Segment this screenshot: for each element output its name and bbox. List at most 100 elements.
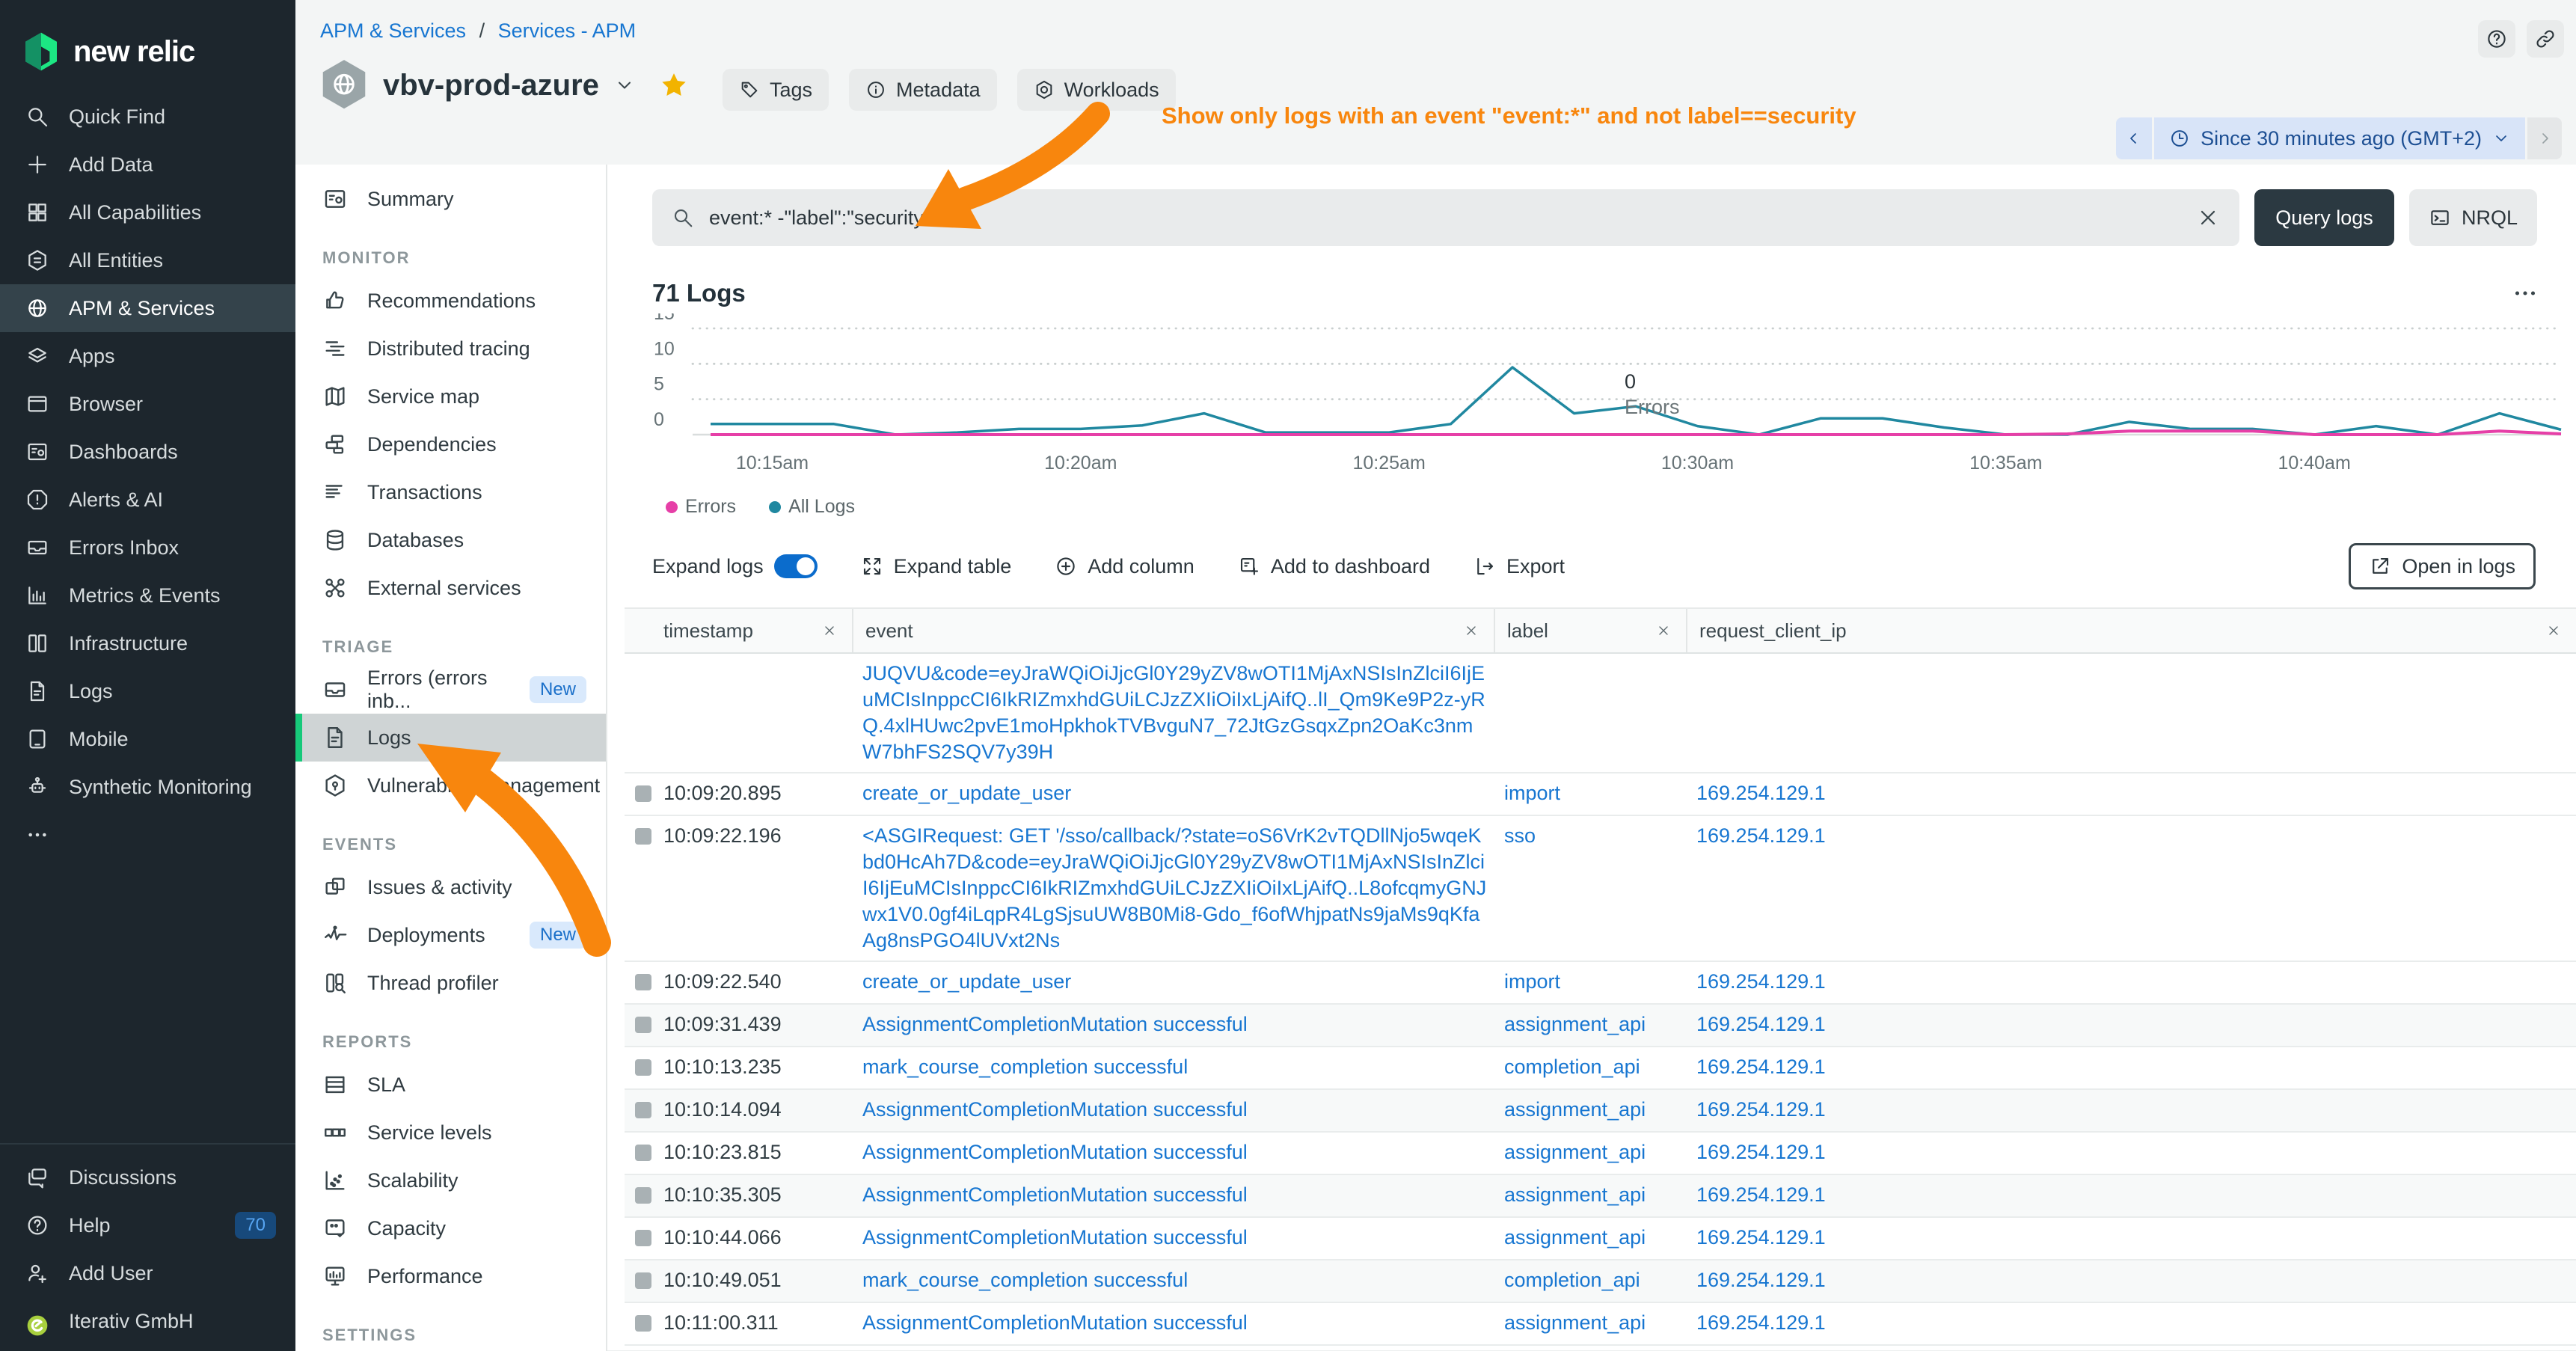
sidebar-item-mobile[interactable]: Mobile [0,715,295,763]
log-label-link[interactable]: assignment_api [1504,1311,1646,1334]
log-label-link[interactable]: import [1504,782,1560,804]
log-ip-link[interactable]: 169.254.129.1 [1696,970,1826,993]
subnav-item-distributed-tracing[interactable]: Distributed tracing [295,325,606,373]
sidebar-item-dashboards[interactable]: Dashboards [0,428,295,476]
sidebar-item-apps[interactable]: Apps [0,332,295,380]
sidebar-item-quick-find[interactable]: Quick Find [0,93,295,141]
breadcrumb-apm-services[interactable]: APM & Services [320,19,466,42]
entity-chevron-down-icon[interactable] [614,75,635,96]
panel-menu-dots-icon[interactable] [2512,280,2539,307]
copy-link-button[interactable] [2527,20,2564,58]
row-checkbox[interactable] [635,1059,651,1076]
log-ip-link[interactable]: 169.254.129.1 [1696,1098,1826,1121]
log-event-link[interactable]: <ASGIRequest: GET '/sso/callback/?state=… [862,823,1488,954]
log-ip-link[interactable]: 169.254.129.1 [1696,1056,1826,1078]
nrql-button[interactable]: NRQL [2409,189,2537,246]
log-label-link[interactable]: assignment_api [1504,1183,1646,1206]
time-picker-back-button[interactable] [2116,117,2152,159]
subnav-item-scalability[interactable]: Scalability [295,1157,606,1204]
add-column-button[interactable]: Add column [1055,555,1195,578]
log-event-link[interactable]: AssignmentCompletionMutation successful [862,1139,1488,1165]
log-label-link[interactable]: completion_api [1504,1056,1640,1078]
log-event-link[interactable]: AssignmentCompletionMutation successful [862,1011,1488,1038]
open-in-logs-button[interactable]: Open in logs [2349,543,2536,589]
row-checkbox[interactable] [635,828,651,845]
log-event-link[interactable]: create_or_update_user [862,780,1488,806]
sidebar-item-iterativ-gmbh[interactable]: Iterativ GmbH [0,1297,295,1345]
log-ip-link[interactable]: 169.254.129.1 [1696,1141,1826,1163]
sidebar-item-alerts-ai[interactable]: Alerts & AI [0,476,295,524]
subnav-item-summary[interactable]: Summary [295,175,606,223]
legend-item-all-logs[interactable]: All Logs [769,496,855,518]
subnav-item-service-levels[interactable]: Service levels [295,1109,606,1157]
remove-ip-column-icon[interactable] [2545,622,2563,640]
log-event-link[interactable]: mark_course_completion successful [862,1267,1488,1293]
sidebar-item-apm-services[interactable]: APM & Services [0,284,295,332]
subnav-item-errors-errors-inb[interactable]: Errors (errors inb...New [295,666,606,714]
subnav-item-transactions[interactable]: Transactions [295,468,606,516]
log-label-link[interactable]: sso [1504,824,1536,847]
log-label-link[interactable]: import [1504,970,1560,993]
row-checkbox[interactable] [635,1272,651,1289]
log-label-link[interactable]: completion_api [1504,1269,1640,1291]
subnav-item-vulnerability-management[interactable]: Vulnerability Management [295,762,606,809]
time-picker-dropdown[interactable]: Since 30 minutes ago (GMT+2) [2154,117,2525,159]
log-ip-link[interactable]: 169.254.129.1 [1696,1226,1826,1249]
workloads-button[interactable]: Workloads [1017,69,1176,111]
sidebar-item-browser[interactable]: Browser [0,380,295,428]
remove-timestamp-column-icon[interactable] [821,622,838,640]
sidebar-item-add-user[interactable]: Add User [0,1249,295,1297]
sidebar-item-errors-inbox[interactable]: Errors Inbox [0,524,295,572]
expand-table-button[interactable]: Expand table [861,555,1012,578]
row-checkbox[interactable] [635,974,651,990]
log-event-link[interactable]: JUQVU&code=eyJraWQiOiJjcGl0Y29yZV8wOTI1M… [862,661,1488,765]
log-event-link[interactable]: create_or_update_user [862,969,1488,995]
help-button[interactable] [2478,20,2515,58]
metadata-button[interactable]: Metadata [849,69,997,111]
add-to-dashboard-button[interactable]: Add to dashboard [1238,555,1430,578]
log-ip-link[interactable]: 169.254.129.1 [1696,1183,1826,1206]
log-query-input[interactable] [708,206,2183,230]
log-label-link[interactable]: assignment_api [1504,1013,1646,1035]
export-button[interactable]: Export [1473,555,1565,578]
log-ip-link[interactable]: 169.254.129.1 [1696,1013,1826,1035]
log-label-link[interactable]: assignment_api [1504,1098,1646,1121]
sidebar-item-synthetic-monitoring[interactable]: Synthetic Monitoring [0,763,295,811]
log-ip-link[interactable]: 169.254.129.1 [1696,824,1826,847]
sidebar-item-logs[interactable]: Logs [0,667,295,715]
subnav-item-databases[interactable]: Databases [295,516,606,564]
row-checkbox[interactable] [635,1187,651,1204]
subnav-item-recommendations[interactable]: Recommendations [295,277,606,325]
sidebar-item-help[interactable]: Help70 [0,1201,295,1249]
clear-query-button[interactable] [2196,206,2220,230]
sidebar-item-infrastructure[interactable]: Infrastructure [0,619,295,667]
row-checkbox[interactable] [635,1230,651,1246]
subnav-item-thread-profiler[interactable]: Thread profiler [295,959,606,1007]
log-event-link[interactable]: AssignmentCompletionMutation successful [862,1225,1488,1251]
row-checkbox[interactable] [635,1102,651,1118]
log-event-link[interactable]: AssignmentCompletionMutation successful [862,1182,1488,1208]
subnav-item-deployments[interactable]: DeploymentsNew [295,911,606,959]
log-label-link[interactable]: assignment_api [1504,1141,1646,1163]
log-ip-link[interactable]: 169.254.129.1 [1696,782,1826,804]
tags-button[interactable]: Tags [723,69,829,111]
subnav-item-issues-activity[interactable]: Issues & activity [295,863,606,911]
log-event-link[interactable]: AssignmentCompletionMutation successful [862,1310,1488,1336]
remove-event-column-icon[interactable] [1462,622,1480,640]
sidebar-item-all-entities[interactable]: All Entities [0,236,295,284]
time-picker-forward-button[interactable] [2527,117,2562,159]
subnav-item-sla[interactable]: SLA [295,1061,606,1109]
subnav-item-logs[interactable]: Logs [295,714,606,762]
log-ip-link[interactable]: 169.254.129.1 [1696,1311,1826,1334]
subnav-item-capacity[interactable]: Capacity [295,1204,606,1252]
row-checkbox[interactable] [635,1145,651,1161]
sidebar-item-more[interactable] [0,811,295,859]
favorite-star-icon[interactable] [659,70,689,100]
remove-label-column-icon[interactable] [1655,622,1672,640]
log-event-link[interactable]: AssignmentCompletionMutation successful [862,1097,1488,1123]
row-checkbox[interactable] [635,785,651,802]
sidebar-item-all-capabilities[interactable]: All Capabilities [0,189,295,236]
row-checkbox[interactable] [635,1017,651,1033]
log-label-link[interactable]: assignment_api [1504,1226,1646,1249]
sidebar-item-discussions[interactable]: Discussions [0,1154,295,1201]
